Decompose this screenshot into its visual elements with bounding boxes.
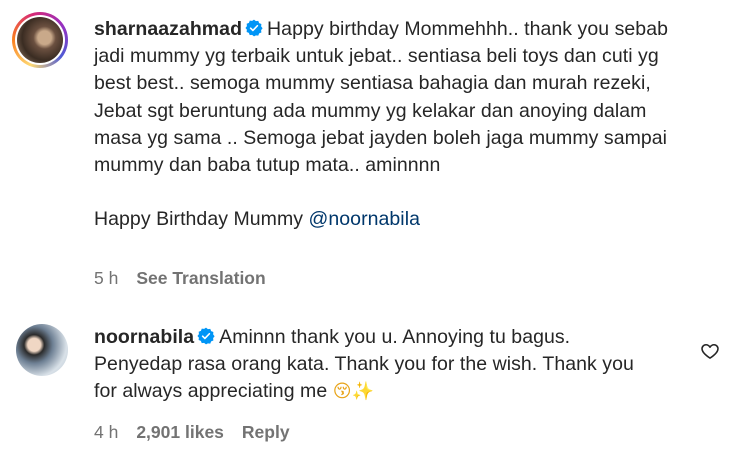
verified-badge-icon — [245, 19, 263, 37]
timestamp[interactable]: 5 h — [94, 268, 118, 289]
comment-meta: 4 h 2,901 likes Reply — [94, 422, 290, 443]
avatar-sharnaazahmad[interactable] — [12, 12, 68, 68]
likes-count[interactable]: 2,901 likes — [136, 422, 224, 443]
username-link[interactable]: noornabila — [94, 326, 194, 348]
avatar-photo — [17, 17, 63, 63]
story-ring — [15, 15, 65, 65]
comment-text: Happy birthday Mommehhh.. thank you seba… — [94, 18, 668, 177]
comment-text-line2: Happy Birthday Mummy — [94, 208, 304, 231]
heart-icon[interactable] — [700, 341, 720, 361]
comment-body: sharnaazahmad Happy birthday Mommehhh.. … — [94, 16, 692, 233]
kissing-face-emoji: 😚 — [332, 381, 352, 403]
avatar-noornabila[interactable] — [16, 324, 68, 376]
timestamp[interactable]: 4 h — [94, 422, 118, 443]
comment-meta: 5 h See Translation — [94, 268, 266, 289]
comment-body: noornabila Aminnn thank you u. Annoying … — [94, 324, 654, 406]
mention-link[interactable]: @noornabila — [309, 208, 420, 230]
reply-button[interactable]: Reply — [242, 422, 290, 443]
see-translation-button[interactable]: See Translation — [136, 268, 265, 289]
username-link[interactable]: sharnaazahmad — [94, 18, 242, 40]
comment-noornabila: noornabila Aminnn thank you u. Annoying … — [0, 310, 732, 458]
verified-badge-icon — [197, 327, 215, 345]
paragraph-break — [94, 179, 692, 206]
comment-sharnaazahmad: sharnaazahmad Happy birthday Mommehhh.. … — [0, 0, 732, 310]
sparkles-emoji: ✨ — [351, 381, 375, 403]
